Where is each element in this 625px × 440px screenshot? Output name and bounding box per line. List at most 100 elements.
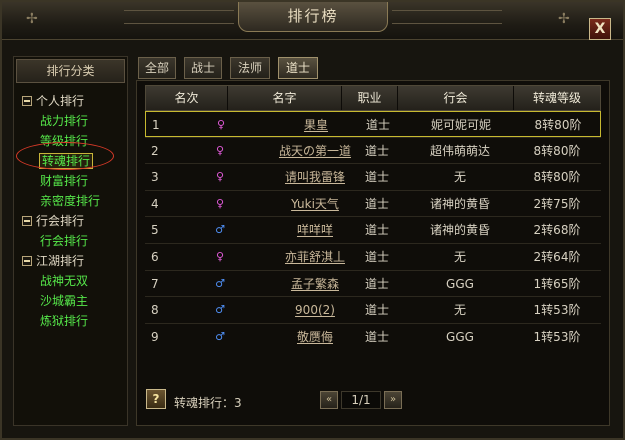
rank-cell: 8 — [151, 303, 159, 318]
item-label: 财富排行 — [40, 174, 89, 188]
table-header: 名次 名字 职业 行会 转魂等级 — [145, 85, 601, 111]
female-icon: ♀ — [215, 250, 225, 263]
guild-cell: 无 — [453, 303, 466, 318]
sidebar-item-guild[interactable]: 行会排行 — [14, 231, 127, 251]
rank-cell: 7 — [151, 276, 159, 291]
level-cell: 1转65阶 — [533, 276, 581, 291]
level-cell: 2转68阶 — [533, 223, 581, 238]
level-cell: 1转53阶 — [533, 329, 581, 344]
next-page-button[interactable]: » — [384, 391, 402, 409]
tab-mage[interactable]: 法师 — [230, 57, 270, 79]
tab-taoist[interactable]: 道士 — [278, 57, 318, 79]
ornament-icon-right: ✢ — [558, 11, 570, 27]
collapse-icon[interactable] — [22, 96, 32, 106]
table-row[interactable]: 5 ♂ 咩咩咩 道士 诸神的黄昏 2转68阶 — [145, 217, 601, 243]
male-icon: ♂ — [215, 329, 225, 343]
male-icon: ♂ — [215, 223, 225, 237]
job-cell: 道士 — [364, 143, 389, 158]
female-icon: ♀ — [215, 170, 225, 184]
double-left-arrow-icon: « — [325, 394, 333, 405]
female-icon: ♀ — [216, 118, 226, 131]
item-label: 行会排行 — [40, 234, 89, 248]
rank-cell: 5 — [151, 223, 159, 238]
guild-cell: GGG — [446, 276, 474, 291]
table-row[interactable]: 1 ♀ 果皇 道士 妮可妮可妮 8转80阶 — [145, 111, 601, 137]
tab-all[interactable]: 全部 — [138, 57, 176, 79]
group-label: 个人排行 — [36, 94, 85, 108]
sidebar-item-purgatory[interactable]: 炼狱排行 — [14, 311, 127, 331]
level-cell: 2转75阶 — [533, 196, 581, 211]
ornament-icon-left: ✢ — [26, 11, 38, 27]
table-row[interactable]: 3 ♀ 请叫我雷锋 道士无 8转80阶 — [145, 164, 601, 190]
ranking-table: 名次 名字 职业 行会 转魂等级 1 ♀ 果皇 道士 妮可妮可妮 8转80阶 2 ♀ 战天の第一… — [136, 80, 610, 426]
guild-cell: 超伟萌萌达 — [429, 143, 490, 158]
level-cell: 8转80阶 — [533, 170, 581, 185]
selection-ring — [16, 142, 114, 170]
sidebar-item-castle-lord[interactable]: 沙城霸主 — [14, 291, 127, 311]
level-cell: 8转80阶 — [534, 118, 582, 132]
guild-cell: GGG — [446, 329, 474, 344]
item-label: 亲密度排行 — [40, 194, 101, 208]
sidebar-header: 排行分类 — [16, 59, 125, 83]
prev-page-button[interactable]: « — [320, 391, 338, 409]
help-button[interactable]: ? — [146, 389, 166, 409]
sidebar-item-intimacy[interactable]: 亲密度排行 — [14, 191, 127, 211]
group-guild-ranking[interactable]: 行会排行 — [14, 211, 127, 231]
job-cell: 道士 — [364, 303, 389, 318]
level-cell: 2转64阶 — [533, 250, 581, 264]
ranking-count-label: 转魂排行：3 — [174, 396, 242, 410]
job-cell: 道士 — [365, 118, 390, 132]
col-level: 转魂等级 — [532, 91, 581, 105]
category-sidebar: 排行分类 个人排行 战力排行 等级排行 转魂排行 财富排行 亲密度排行 行会排行… — [13, 56, 128, 426]
page-indicator: 1/1 — [341, 391, 381, 409]
group-personal-ranking[interactable]: 个人排行 — [14, 91, 127, 111]
col-rank: 名次 — [146, 86, 228, 110]
table-row[interactable]: 9 ♂ 敬赝侮 道士 GGG 1转53阶 — [145, 324, 601, 350]
tab-warrior[interactable]: 战士 — [184, 57, 222, 79]
row-divider — [145, 243, 601, 244]
rank-cell: 9 — [151, 329, 159, 344]
job-cell: 道士 — [364, 223, 389, 238]
guild-cell: 无 — [453, 170, 466, 185]
col-job: 职业 — [342, 86, 398, 110]
rank-cell: 1 — [152, 118, 160, 132]
job-cell: 道士 — [364, 170, 389, 185]
job-cell: 道士 — [364, 250, 389, 264]
female-icon: ♀ — [215, 196, 225, 210]
table-row[interactable]: 4 ♀ Yuki天气 道士 诸神的黄昏 2转75阶 — [145, 191, 601, 217]
table-row[interactable]: 7 ♂ 孟子繁森 道士 GGG 1转65阶 — [145, 271, 601, 297]
job-cell: 道士 — [364, 196, 389, 211]
row-divider — [145, 163, 601, 165]
title-bar: ✢ ✢ 排行榜 X — [2, 2, 623, 40]
col-name: 名字 — [228, 86, 342, 110]
row-divider — [145, 322, 601, 324]
rank-cell: 2 — [151, 143, 159, 158]
collapse-icon[interactable] — [22, 256, 32, 266]
sidebar-item-wealth[interactable]: 财富排行 — [14, 171, 127, 191]
item-label: 炼狱排行 — [40, 314, 89, 328]
window-title: 排行榜 — [238, 2, 388, 32]
col-guild: 行会 — [398, 86, 514, 110]
rank-cell: 6 — [151, 250, 159, 264]
item-label: 战力排行 — [40, 114, 89, 128]
close-button[interactable]: X — [589, 18, 611, 40]
table-row[interactable]: 2 ♀ 战天の第一道 道士 超伟萌萌达 8转80阶 — [145, 138, 601, 164]
row-divider — [145, 296, 601, 298]
rank-cell: 3 — [151, 170, 159, 185]
female-icon: ♀ — [215, 143, 225, 157]
title-ornament-left — [124, 10, 234, 24]
group-jianghu-ranking[interactable]: 江湖排行 — [14, 251, 127, 271]
level-cell: 1转53阶 — [533, 303, 581, 318]
male-icon: ♂ — [215, 276, 225, 290]
item-label: 战神无双 — [40, 274, 89, 288]
table-row[interactable]: 6 ♀ 亦菲舒淇丄 道士无 2转64阶 — [145, 244, 601, 270]
title-ornament-right — [392, 10, 502, 24]
collapse-icon[interactable] — [22, 216, 32, 226]
sidebar-item-war-god[interactable]: 战神无双 — [14, 271, 127, 291]
row-divider — [145, 216, 601, 218]
row-divider — [145, 189, 601, 191]
table-row[interactable]: 8 ♂ 900(2) 道士无 1转53阶 — [145, 297, 601, 323]
double-right-arrow-icon: » — [389, 394, 397, 405]
job-cell: 道士 — [364, 276, 389, 291]
sidebar-item-power[interactable]: 战力排行 — [14, 111, 127, 131]
